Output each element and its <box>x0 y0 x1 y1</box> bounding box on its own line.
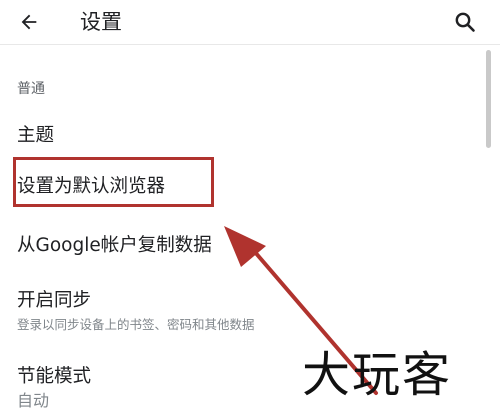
settings-item-label: 主题 <box>17 125 55 146</box>
settings-item-subtitle: 登录以同步设备上的书签、密码和其他数据 <box>17 317 255 332</box>
settings-item-copy-google-data[interactable]: 从Google帐户复制数据 <box>0 222 486 266</box>
app-bar: 设置 <box>0 0 500 45</box>
settings-item-label: 节能模式 <box>17 366 92 387</box>
search-button[interactable] <box>450 8 480 36</box>
section-header-general: 普通 <box>17 81 45 97</box>
settings-item-theme[interactable]: 主题 <box>0 112 486 156</box>
settings-item-label: 从Google帐户复制数据 <box>17 235 212 256</box>
page-title: 设置 <box>80 10 122 34</box>
settings-item-label: 开启同步 <box>17 290 92 311</box>
settings-item-default-browser[interactable]: 设置为默认浏览器 <box>0 160 486 206</box>
search-icon <box>455 12 475 32</box>
settings-item-subtitle: 自动 <box>17 391 50 410</box>
watermark-logo: 大玩客 <box>302 347 453 403</box>
back-button[interactable] <box>14 8 44 36</box>
scrollbar[interactable] <box>486 50 491 148</box>
settings-item-label: 设置为默认浏览器 <box>17 176 166 197</box>
arrow-left-icon <box>21 14 37 30</box>
settings-item-sync[interactable]: 开启同步 登录以同步设备上的书签、密码和其他数据 <box>0 280 486 338</box>
